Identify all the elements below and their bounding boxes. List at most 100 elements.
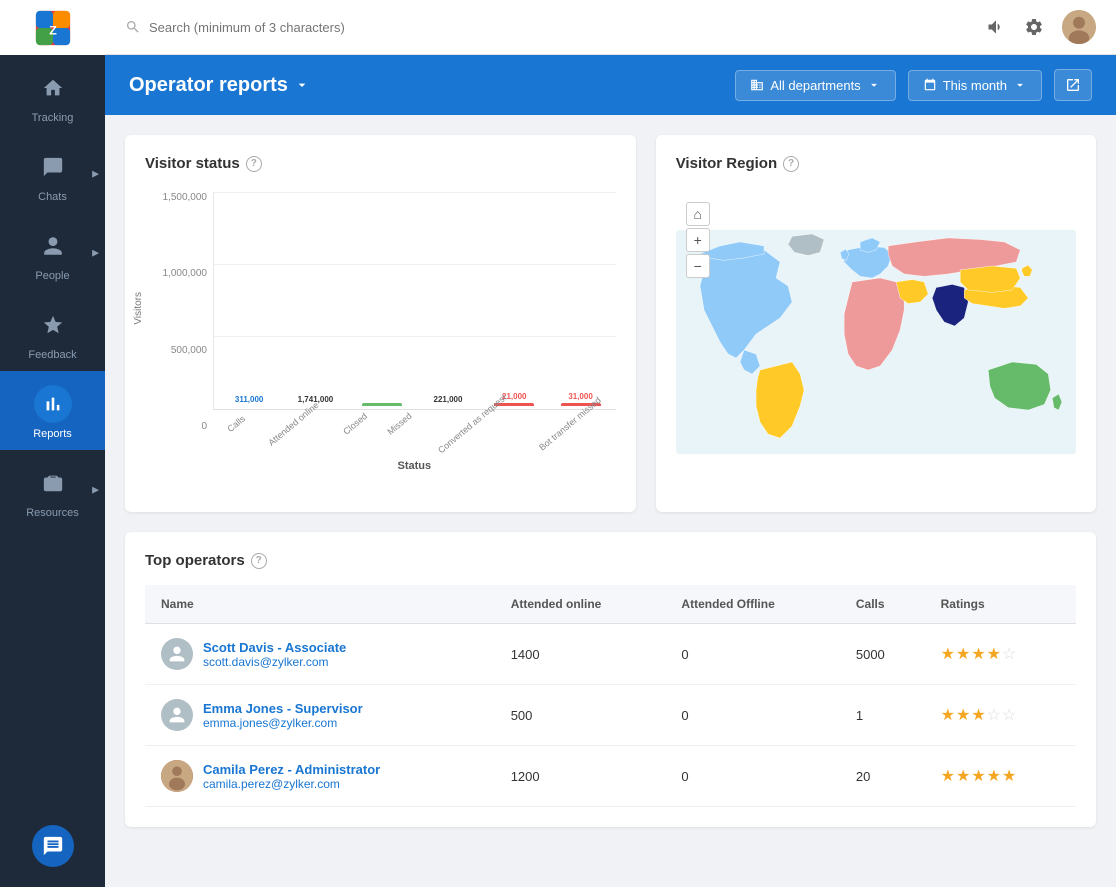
chat-button[interactable] bbox=[32, 825, 74, 867]
sidebar-item-resources[interactable]: Resources ▶ bbox=[0, 450, 105, 529]
search-input[interactable] bbox=[149, 20, 409, 35]
visitor-status-title: Visitor status ? bbox=[145, 155, 616, 172]
operator-cell-scott: Scott Davis - Associate scott.davis@zylk… bbox=[145, 624, 495, 685]
chat-icon bbox=[42, 156, 64, 178]
scott-attended-offline: 0 bbox=[665, 624, 839, 685]
operators-table: Name Attended online Attended Offline Ca… bbox=[145, 585, 1076, 807]
camila-avatar-img bbox=[161, 760, 193, 792]
visitor-region-title: Visitor Region ? bbox=[676, 155, 1076, 172]
world-map: ⌂ + − bbox=[676, 192, 1076, 492]
sidebar-item-reports[interactable]: Reports bbox=[0, 371, 105, 450]
operator-avatar-scott bbox=[161, 638, 193, 670]
grid-line-bottom bbox=[214, 409, 616, 410]
top-operators-title: Top operators ? bbox=[145, 552, 1076, 569]
export-button[interactable] bbox=[1054, 69, 1092, 101]
sidebar: Z Tracking Chats ▶ People ▶ Feedback Rep bbox=[0, 0, 105, 887]
resources-icon-wrap bbox=[34, 464, 72, 502]
map-controls: ⌂ + − bbox=[686, 202, 710, 278]
col-attended-offline: Attended Offline bbox=[665, 585, 839, 624]
operator-name-emma: Emma Jones - Supervisor bbox=[203, 701, 363, 716]
sidebar-item-feedback-label: Feedback bbox=[28, 349, 76, 361]
sidebar-item-resources-label: Resources bbox=[26, 507, 79, 519]
logo: Z bbox=[0, 0, 105, 55]
people-icon-wrap bbox=[34, 227, 72, 265]
table-row: Scott Davis - Associate scott.davis@zylk… bbox=[145, 624, 1076, 685]
y-label-0: 0 bbox=[201, 421, 207, 432]
user-avatar[interactable] bbox=[1062, 10, 1096, 44]
departments-dropdown[interactable]: All departments bbox=[735, 70, 895, 101]
sidebar-item-reports-label: Reports bbox=[33, 428, 72, 440]
sidebar-item-people[interactable]: People ▶ bbox=[0, 213, 105, 292]
header-bar: Operator reports All departments This mo… bbox=[105, 55, 1116, 115]
col-attended-online: Attended online bbox=[495, 585, 666, 624]
map-zoom-out-button[interactable]: − bbox=[686, 254, 710, 278]
search-wrap bbox=[125, 19, 986, 35]
visitor-status-card: Visitor status ? 1,500,000 1,000,000 500… bbox=[125, 135, 636, 512]
x-label-attended: Attended online bbox=[259, 416, 322, 430]
operator-email-emma: emma.jones@zylker.com bbox=[203, 716, 363, 730]
map-zoom-in-button[interactable]: + bbox=[686, 228, 710, 252]
dropdown-arrow-icon bbox=[294, 77, 310, 93]
visitor-region-help-icon[interactable]: ? bbox=[783, 156, 799, 172]
home-icon bbox=[42, 77, 64, 99]
rating-stars-camila: ★★★★★ bbox=[941, 768, 1018, 785]
charts-row: Visitor status ? 1,500,000 1,000,000 500… bbox=[125, 135, 1096, 512]
col-name: Name bbox=[145, 585, 495, 624]
col-ratings: Ratings bbox=[925, 585, 1076, 624]
map-home-button[interactable]: ⌂ bbox=[686, 202, 710, 226]
page-title: Operator reports bbox=[129, 74, 310, 97]
bar-chart-icon bbox=[42, 393, 64, 415]
volume-icon[interactable] bbox=[986, 17, 1006, 37]
star-icon bbox=[42, 314, 64, 336]
scott-rating: ★★★★☆ bbox=[925, 624, 1076, 685]
y-axis-label: Visitors bbox=[133, 292, 144, 325]
table-header-row: Name Attended online Attended Offline Ca… bbox=[145, 585, 1076, 624]
people-expand-icon: ▶ bbox=[92, 247, 99, 258]
y-label-1500000: 1,500,000 bbox=[163, 192, 208, 203]
sidebar-item-tracking[interactable]: Tracking bbox=[0, 55, 105, 134]
emma-calls: 1 bbox=[840, 685, 925, 746]
camila-attended-offline: 0 bbox=[665, 746, 839, 807]
export-icon bbox=[1065, 77, 1081, 93]
table-row: Camila Perez - Administrator camila.pere… bbox=[145, 746, 1076, 807]
settings-icon[interactable] bbox=[1024, 17, 1044, 37]
person-icon bbox=[42, 235, 64, 257]
chats-icon-wrap bbox=[34, 148, 72, 186]
rating-stars-emma: ★★★☆☆ bbox=[941, 707, 1018, 724]
col-calls: Calls bbox=[840, 585, 925, 624]
avatar-image bbox=[1062, 10, 1096, 44]
operator-email-scott: scott.davis@zylker.com bbox=[203, 655, 346, 669]
dept-chevron-down-icon bbox=[867, 78, 881, 92]
camila-rating: ★★★★★ bbox=[925, 746, 1076, 807]
x-label-calls: Calls bbox=[223, 416, 243, 430]
time-chevron-down-icon bbox=[1013, 78, 1027, 92]
top-operators-help-icon[interactable]: ? bbox=[251, 553, 267, 569]
person-placeholder-icon bbox=[166, 704, 188, 726]
camila-attended-online: 1200 bbox=[495, 746, 666, 807]
operator-name-camila: Camila Perez - Administrator bbox=[203, 762, 380, 777]
tracking-icon-wrap bbox=[34, 69, 72, 107]
dept-label: All departments bbox=[770, 78, 860, 93]
zylker-logo: Z bbox=[34, 9, 72, 47]
x-axis-label: Status bbox=[213, 460, 616, 472]
time-dropdown[interactable]: This month bbox=[908, 70, 1042, 101]
operator-cell-camila: Camila Perez - Administrator camila.pere… bbox=[145, 746, 495, 807]
x-label-missed: Missed bbox=[382, 416, 411, 430]
sidebar-item-feedback[interactable]: Feedback bbox=[0, 292, 105, 371]
y-label-1000000: 1,000,000 bbox=[163, 268, 208, 279]
reports-icon-wrap bbox=[34, 385, 72, 423]
topbar bbox=[105, 0, 1116, 55]
bar-closed bbox=[357, 401, 407, 406]
bar-missed: 221,000 bbox=[423, 395, 473, 406]
rating-stars-scott: ★★★★☆ bbox=[941, 646, 1018, 663]
resources-expand-icon: ▶ bbox=[92, 484, 99, 495]
content-area: Visitor status ? 1,500,000 1,000,000 500… bbox=[105, 115, 1116, 887]
x-label-closed: Closed bbox=[338, 416, 366, 430]
sidebar-item-chats[interactable]: Chats ▶ bbox=[0, 134, 105, 213]
building-icon bbox=[750, 78, 764, 92]
person-placeholder-icon bbox=[166, 643, 188, 665]
operator-avatar-emma bbox=[161, 699, 193, 731]
top-operators-card: Top operators ? Name Attended online Att… bbox=[125, 532, 1096, 827]
emma-attended-online: 500 bbox=[495, 685, 666, 746]
visitor-status-help-icon[interactable]: ? bbox=[246, 156, 262, 172]
